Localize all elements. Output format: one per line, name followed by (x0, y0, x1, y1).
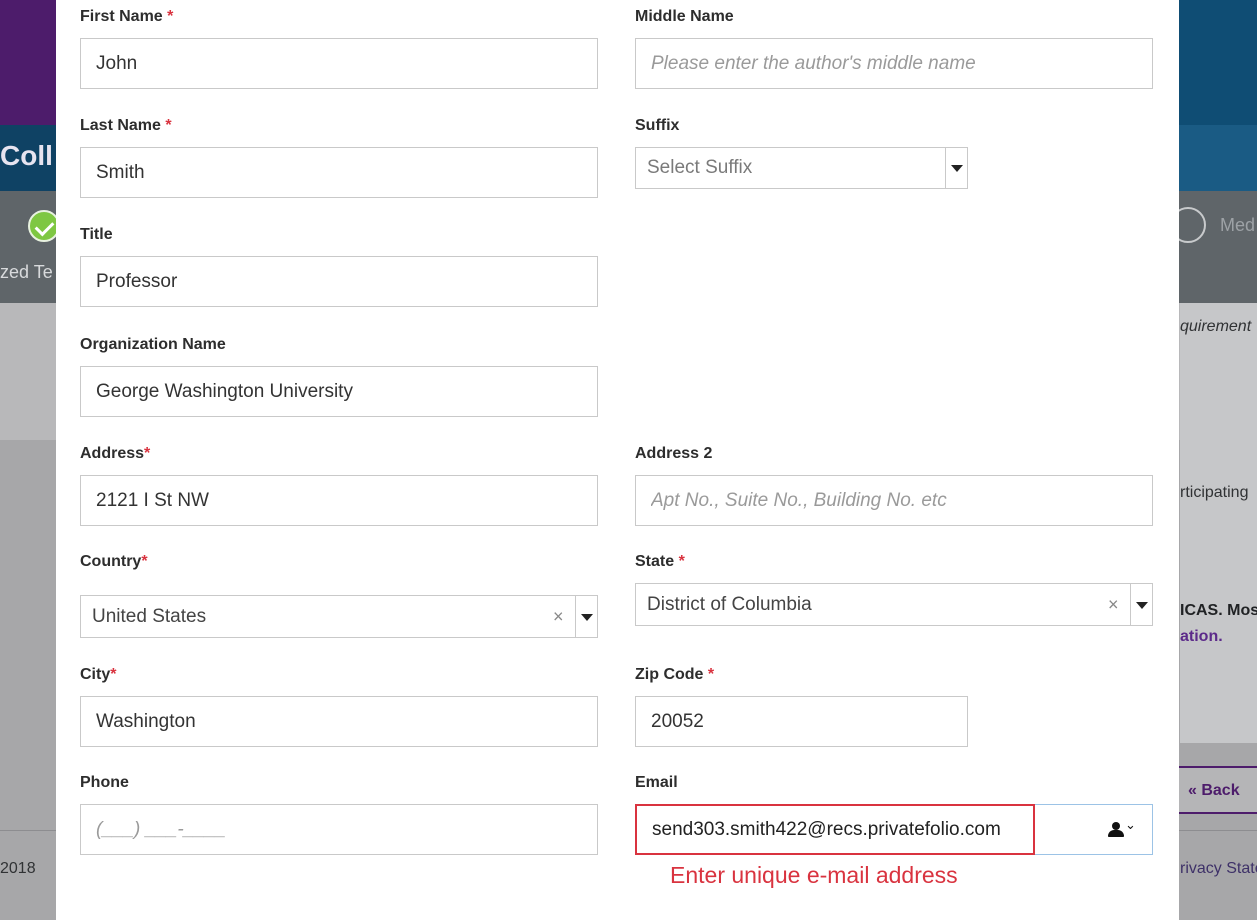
suffix-select[interactable]: Select Suffix (635, 147, 968, 189)
last-name-input[interactable] (80, 147, 598, 198)
caret-down-icon[interactable] (575, 596, 597, 637)
phone-label: Phone (80, 774, 129, 791)
address2-input[interactable] (635, 475, 1153, 526)
icas-text: ICAS. Mos (1180, 602, 1257, 619)
country-label: Country* (80, 553, 148, 570)
page-title: Coll (0, 140, 53, 171)
suffix-label: Suffix (635, 117, 680, 134)
middle-name-input[interactable] (635, 38, 1153, 89)
header-bar-right (1179, 0, 1257, 125)
country-select[interactable]: United States × (80, 595, 598, 638)
title-input[interactable] (80, 256, 598, 307)
step-label-right: Med (1220, 215, 1256, 235)
title-label: Title (80, 226, 113, 243)
address2-label: Address 2 (635, 445, 713, 462)
chevron-down-icon: ⌄ (1125, 817, 1136, 832)
city-input[interactable] (80, 696, 598, 747)
caret-down-icon[interactable] (945, 148, 967, 188)
email-label: Email (635, 774, 678, 791)
state-value: District of Columbia (647, 593, 812, 615)
first-name-label: First Name * (80, 8, 174, 25)
person-icon (1108, 822, 1124, 838)
address-input[interactable] (80, 475, 598, 526)
suffix-placeholder: Select Suffix (647, 157, 753, 178)
organization-input[interactable] (80, 366, 598, 417)
step-label-left: zed Te (0, 262, 53, 282)
privacy-link[interactable]: rivacy State (1180, 860, 1257, 878)
back-button[interactable]: « Back (1172, 766, 1257, 814)
organization-label: Organization Name (80, 336, 226, 353)
requirement-text: quirement (1180, 318, 1252, 335)
country-value: United States (92, 605, 207, 627)
phone-input[interactable] (80, 804, 598, 855)
zip-input[interactable] (635, 696, 968, 747)
state-label: State * (635, 553, 685, 570)
city-label: City* (80, 666, 117, 683)
email-error-message: Enter unique e-mail address (670, 862, 958, 888)
first-name-input[interactable] (80, 38, 598, 89)
zip-label: Zip Code * (635, 666, 715, 683)
clear-icon[interactable]: × (553, 606, 564, 627)
clear-icon[interactable]: × (1108, 594, 1119, 615)
state-select[interactable]: District of Columbia × (635, 583, 1153, 626)
last-name-label: Last Name * (80, 117, 172, 134)
contact-picker-button[interactable]: ⌄ (1035, 804, 1153, 855)
email-input[interactable] (635, 804, 1035, 855)
caret-down-icon[interactable] (1130, 584, 1152, 625)
middle-name-label: Middle Name (635, 8, 734, 25)
address-label: Address* (80, 445, 151, 462)
right-panel (1180, 303, 1257, 743)
footer-year: 2018 (0, 860, 36, 877)
author-modal: First Name * Middle Name Last Name * Suf… (56, 0, 1179, 920)
link-text[interactable]: ation. (1180, 628, 1223, 646)
participating-text: rticipating (1180, 484, 1249, 501)
